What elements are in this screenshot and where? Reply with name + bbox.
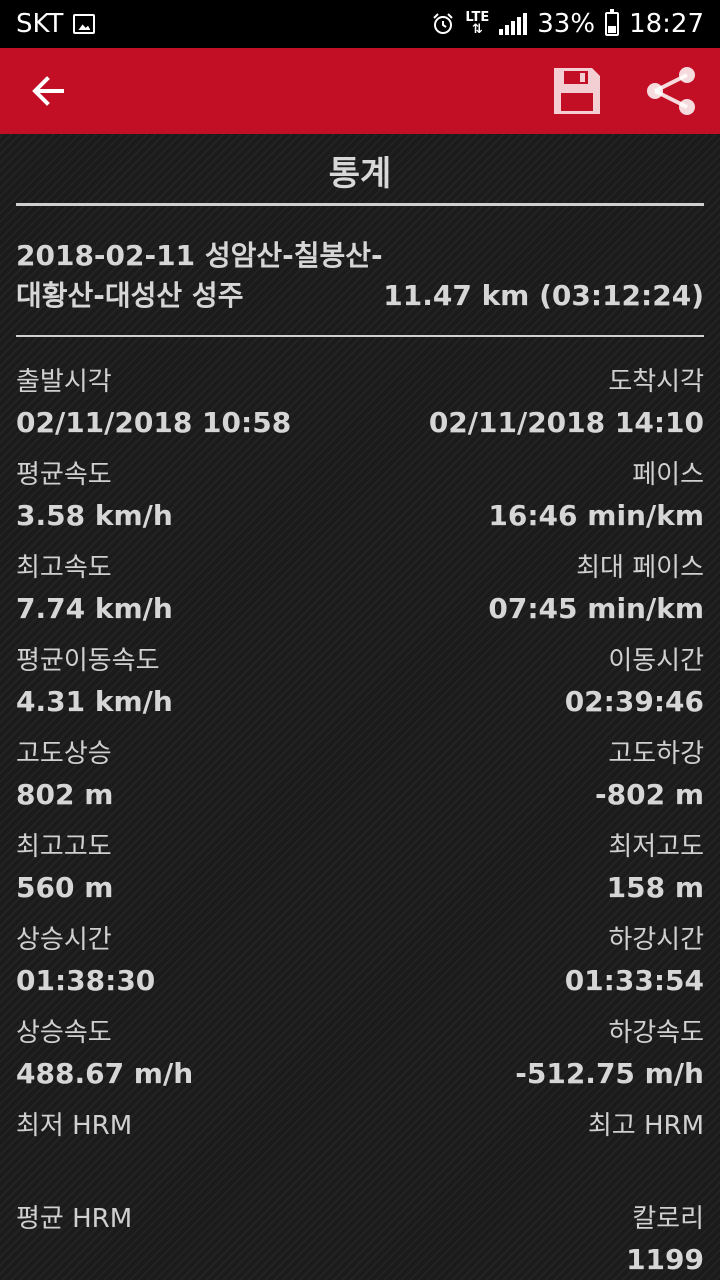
stat-label: 평균속도 (16, 460, 112, 490)
image-notification-icon (73, 14, 96, 34)
stat-label: 최고 HRM (587, 1111, 704, 1141)
trip-distance-duration: 11.47 km (03:12:24) (383, 279, 704, 312)
stat-row: 최고고도 560 m 최저고도 158 m (16, 802, 704, 904)
stat-label: 하강시간 (608, 925, 704, 955)
app-bar (0, 48, 720, 134)
back-button[interactable] (0, 48, 96, 134)
stat-row: 평균이동속도 4.31 km/h 이동시간 02:39:46 (16, 616, 704, 718)
carrier-label: SKT (16, 9, 64, 39)
status-bar: SKT LTE ⇅ 33% 18:27 (0, 0, 720, 48)
stat-label: 최고고도 (16, 832, 112, 862)
stat-row: 최고속도 7.74 km/h 최대 페이스 07:45 min/km (16, 523, 704, 625)
stat-row: 상승속도 488.67 m/h 하강속도 -512.75 m/h (16, 988, 704, 1090)
stat-row: 상승시간 01:38:30 하강시간 01:33:54 (16, 895, 704, 997)
stat-row: 고도상승 802 m 고도하강 -802 m (16, 709, 704, 811)
battery-percent: 33% (537, 9, 596, 39)
clock: 18:27 (629, 9, 704, 39)
network-type: LTE ⇅ (465, 10, 490, 37)
share-button[interactable] (640, 62, 702, 120)
stat-label: 고도상승 (16, 739, 112, 769)
stat-label: 최저고도 (608, 832, 704, 862)
stat-label: 칼로리 (632, 1204, 704, 1234)
trip-name: 2018-02-11 성암산-칠봉산- 대황산-대성산 성주 (16, 236, 416, 316)
trip-name-line2: 대황산-대성산 성주 (16, 279, 244, 312)
save-button[interactable] (548, 62, 606, 120)
stat-row: 평균 HRM 칼로리 1199 (16, 1174, 704, 1276)
stats-list: 출발시각 02/11/2018 10:58 도착시각 02/11/2018 14:1… (16, 337, 704, 1276)
stat-label: 평균 HRM (16, 1204, 133, 1234)
stat-label: 상승시간 (16, 925, 112, 955)
stat-label: 이동시간 (608, 646, 704, 676)
page-title: 통계 (16, 134, 704, 206)
alarm-icon (433, 13, 454, 34)
stat-label: 최저 HRM (16, 1111, 133, 1141)
stat-value: 1199 (626, 1243, 704, 1276)
stat-row: 출발시각 02/11/2018 10:58 도착시각 02/11/2018 14:1… (16, 337, 704, 439)
stat-label: 고도하강 (608, 739, 704, 769)
stat-label: 최고속도 (16, 553, 112, 583)
stat-row: 평균속도 3.58 km/h 페이스 16:46 min/km (16, 430, 704, 532)
stat-label: 하강속도 (608, 1018, 704, 1048)
stat-label: 도착시각 (608, 367, 704, 397)
stat-label: 페이스 (632, 460, 704, 490)
stat-label: 평균이동속도 (16, 646, 160, 676)
arrow-back-icon (32, 76, 64, 106)
statistics-content: 통계 2018-02-11 성암산-칠봉산- 대황산-대성산 성주 11.47 … (16, 134, 704, 1276)
floppy-disk-icon (554, 68, 600, 114)
trip-name-line1: 2018-02-11 성암산-칠봉산- (16, 239, 383, 272)
signal-icon (499, 13, 528, 35)
trip-summary: 2018-02-11 성암산-칠봉산- 대황산-대성산 성주 11.47 km … (16, 206, 704, 337)
battery-icon (605, 9, 620, 36)
stat-label: 출발시각 (16, 367, 112, 397)
stat-label: 상승속도 (16, 1018, 112, 1048)
stat-label: 최대 페이스 (576, 553, 704, 583)
stat-row: 최저 HRM 최고 HRM (16, 1081, 704, 1174)
share-icon (647, 67, 695, 115)
